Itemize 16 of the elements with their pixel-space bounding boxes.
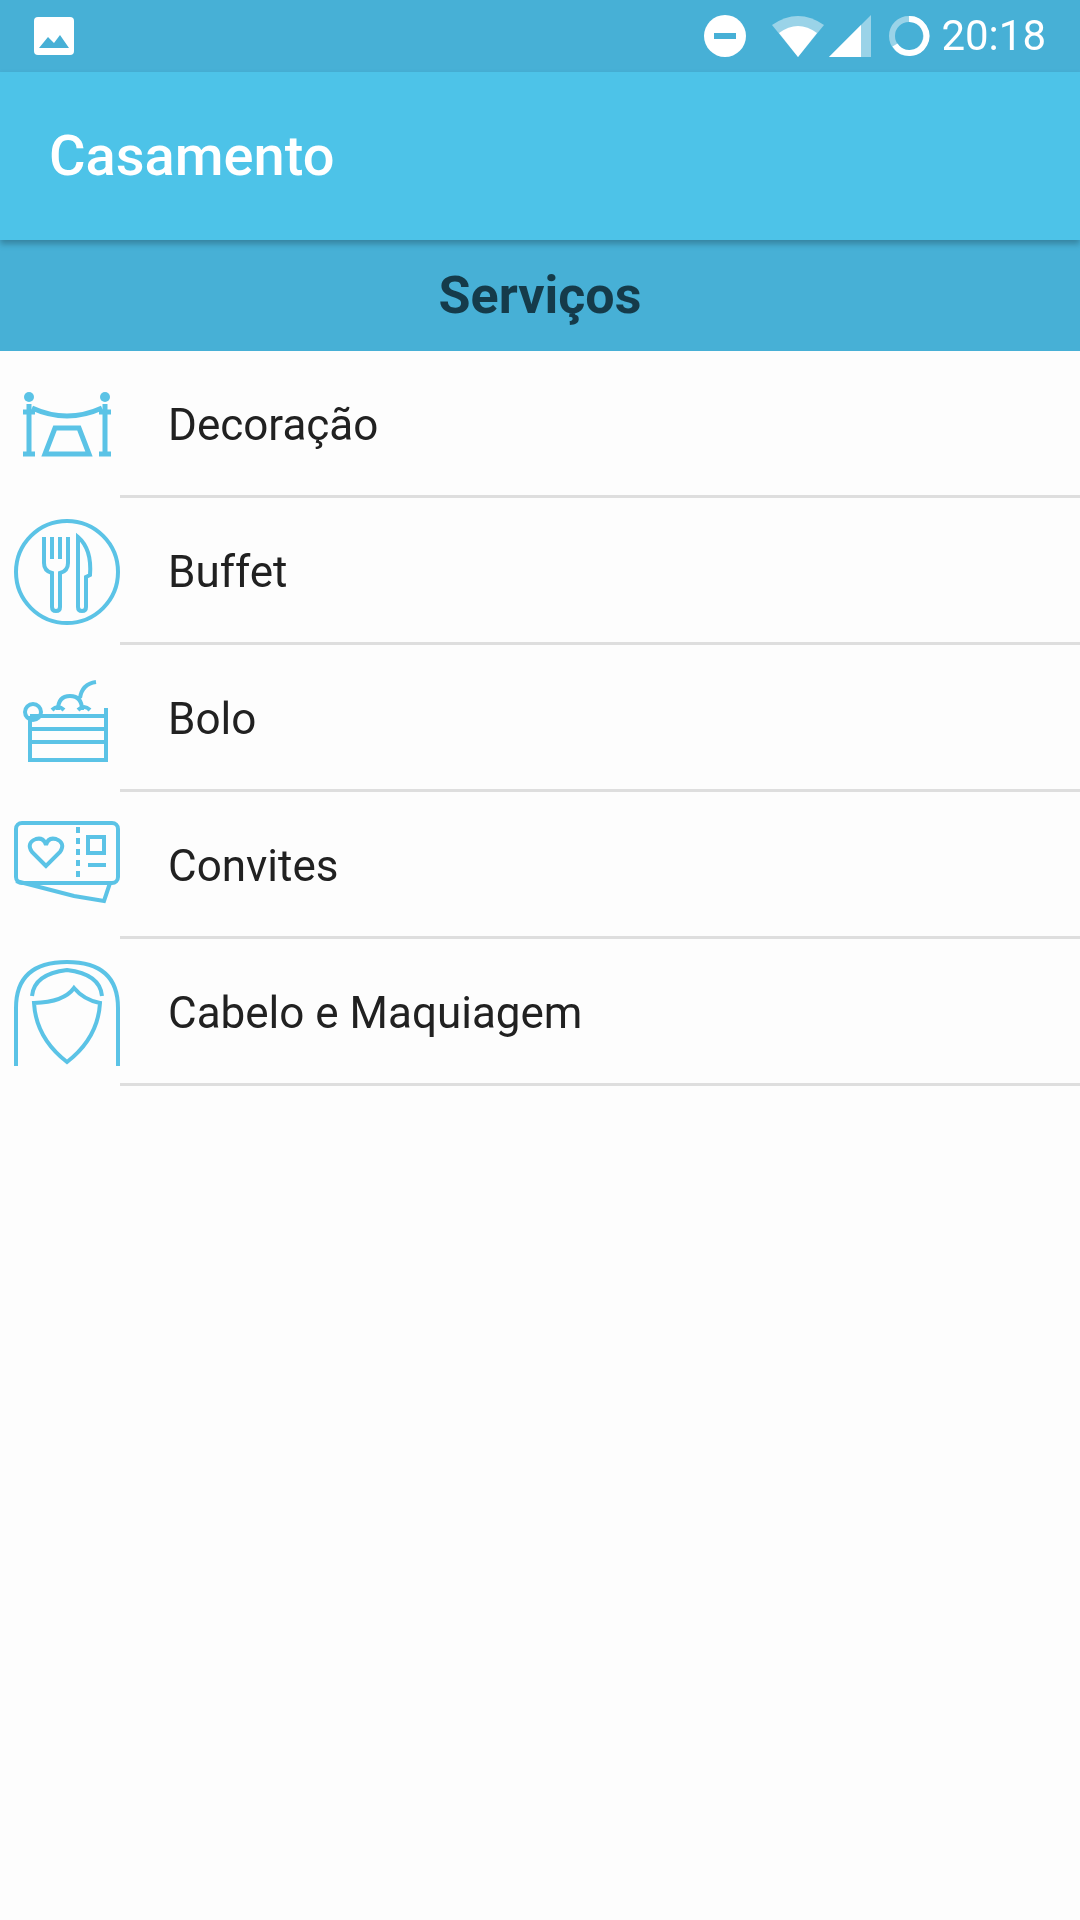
bride-icon <box>14 957 120 1068</box>
cutlery-icon <box>14 518 120 625</box>
section-title: Serviços <box>438 263 642 328</box>
signal-icon <box>829 15 872 57</box>
stage-icon <box>22 389 112 460</box>
battery-icon <box>887 14 932 58</box>
wifi-icon <box>771 15 826 57</box>
service-item[interactable]: Bolo <box>168 645 1080 792</box>
image-icon <box>34 17 74 55</box>
service-item[interactable]: Convites <box>168 792 1080 939</box>
clock-time: 20:18 <box>941 15 1046 57</box>
app-title: Casamento <box>49 122 335 191</box>
service-item[interactable]: Buffet <box>168 498 1080 645</box>
service-item[interactable]: Decoração <box>168 351 1080 498</box>
service-item[interactable]: Cabelo e Maquiagem <box>168 939 1080 1086</box>
do-not-disturb-icon <box>703 14 748 58</box>
